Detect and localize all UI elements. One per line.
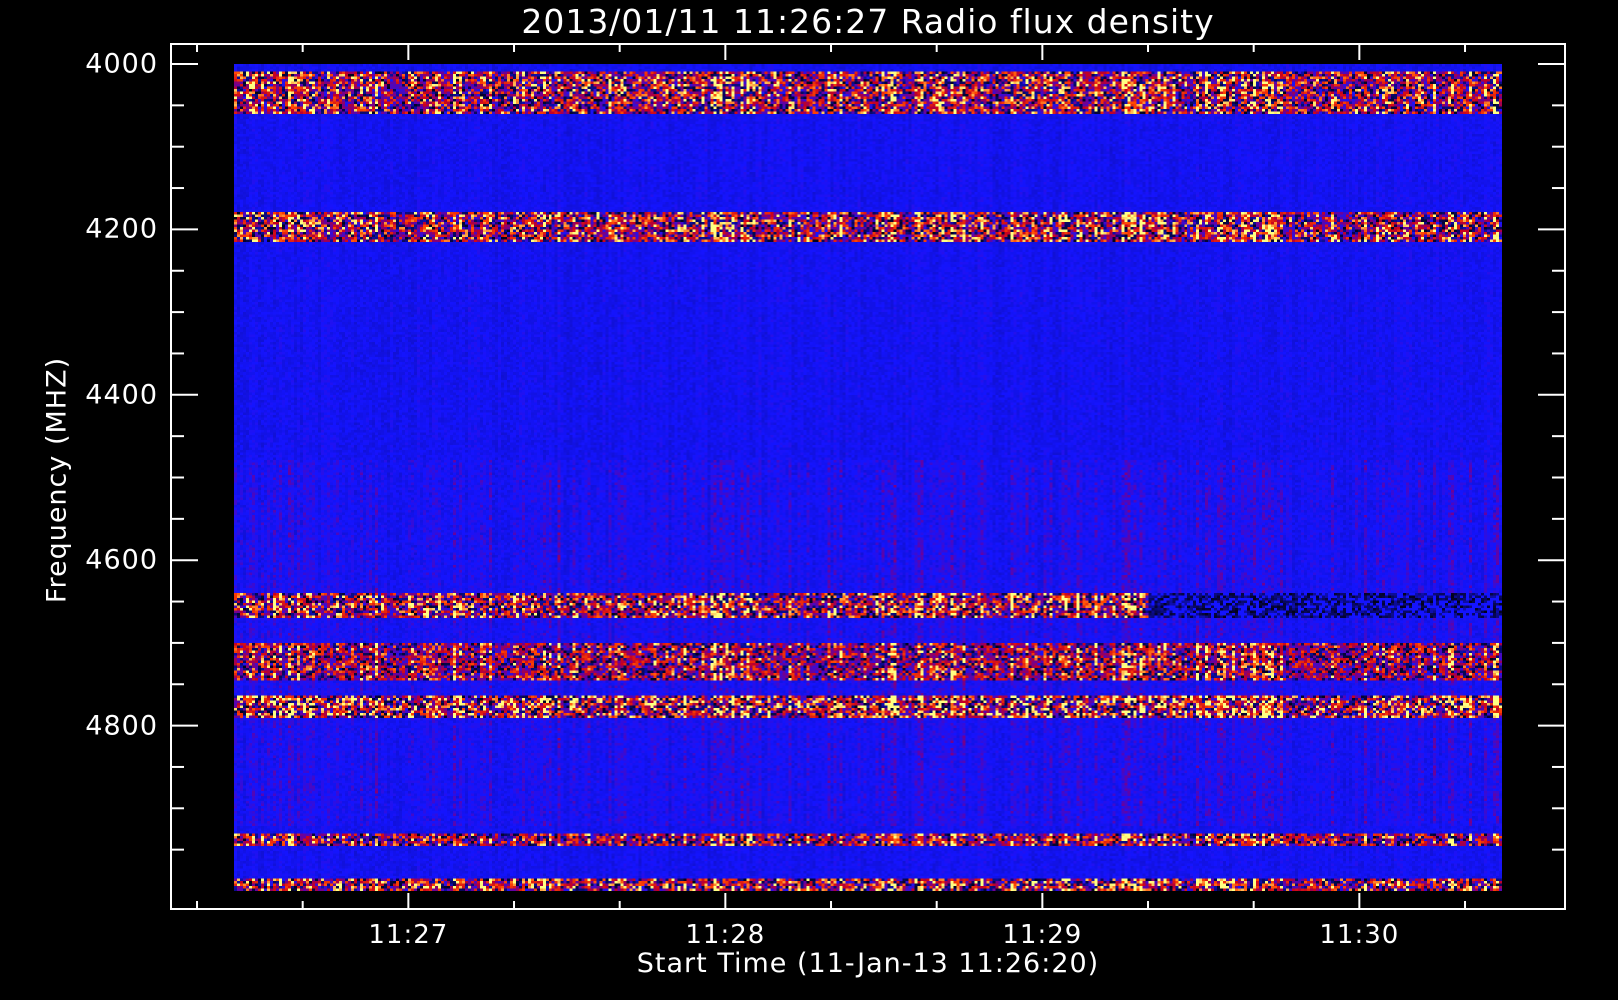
- axes-ticks: [170, 43, 1566, 910]
- y-tick-label: 4400: [85, 379, 158, 411]
- x-axis-label: Start Time (11-Jan-13 11:26:20): [636, 948, 1100, 979]
- x-tick-label: 11:30: [1319, 920, 1400, 950]
- y-tick-label: 4000: [85, 48, 158, 80]
- y-tick-label: 4200: [85, 213, 158, 245]
- x-tick-label: 11:29: [1002, 920, 1083, 950]
- x-tick-label: 11:27: [368, 920, 449, 950]
- y-axis-label: Frequency (MHZ): [41, 356, 73, 604]
- y-tick-label: 4800: [85, 710, 158, 742]
- x-tick-label: 11:28: [685, 920, 766, 950]
- y-tick-label: 4600: [85, 544, 158, 576]
